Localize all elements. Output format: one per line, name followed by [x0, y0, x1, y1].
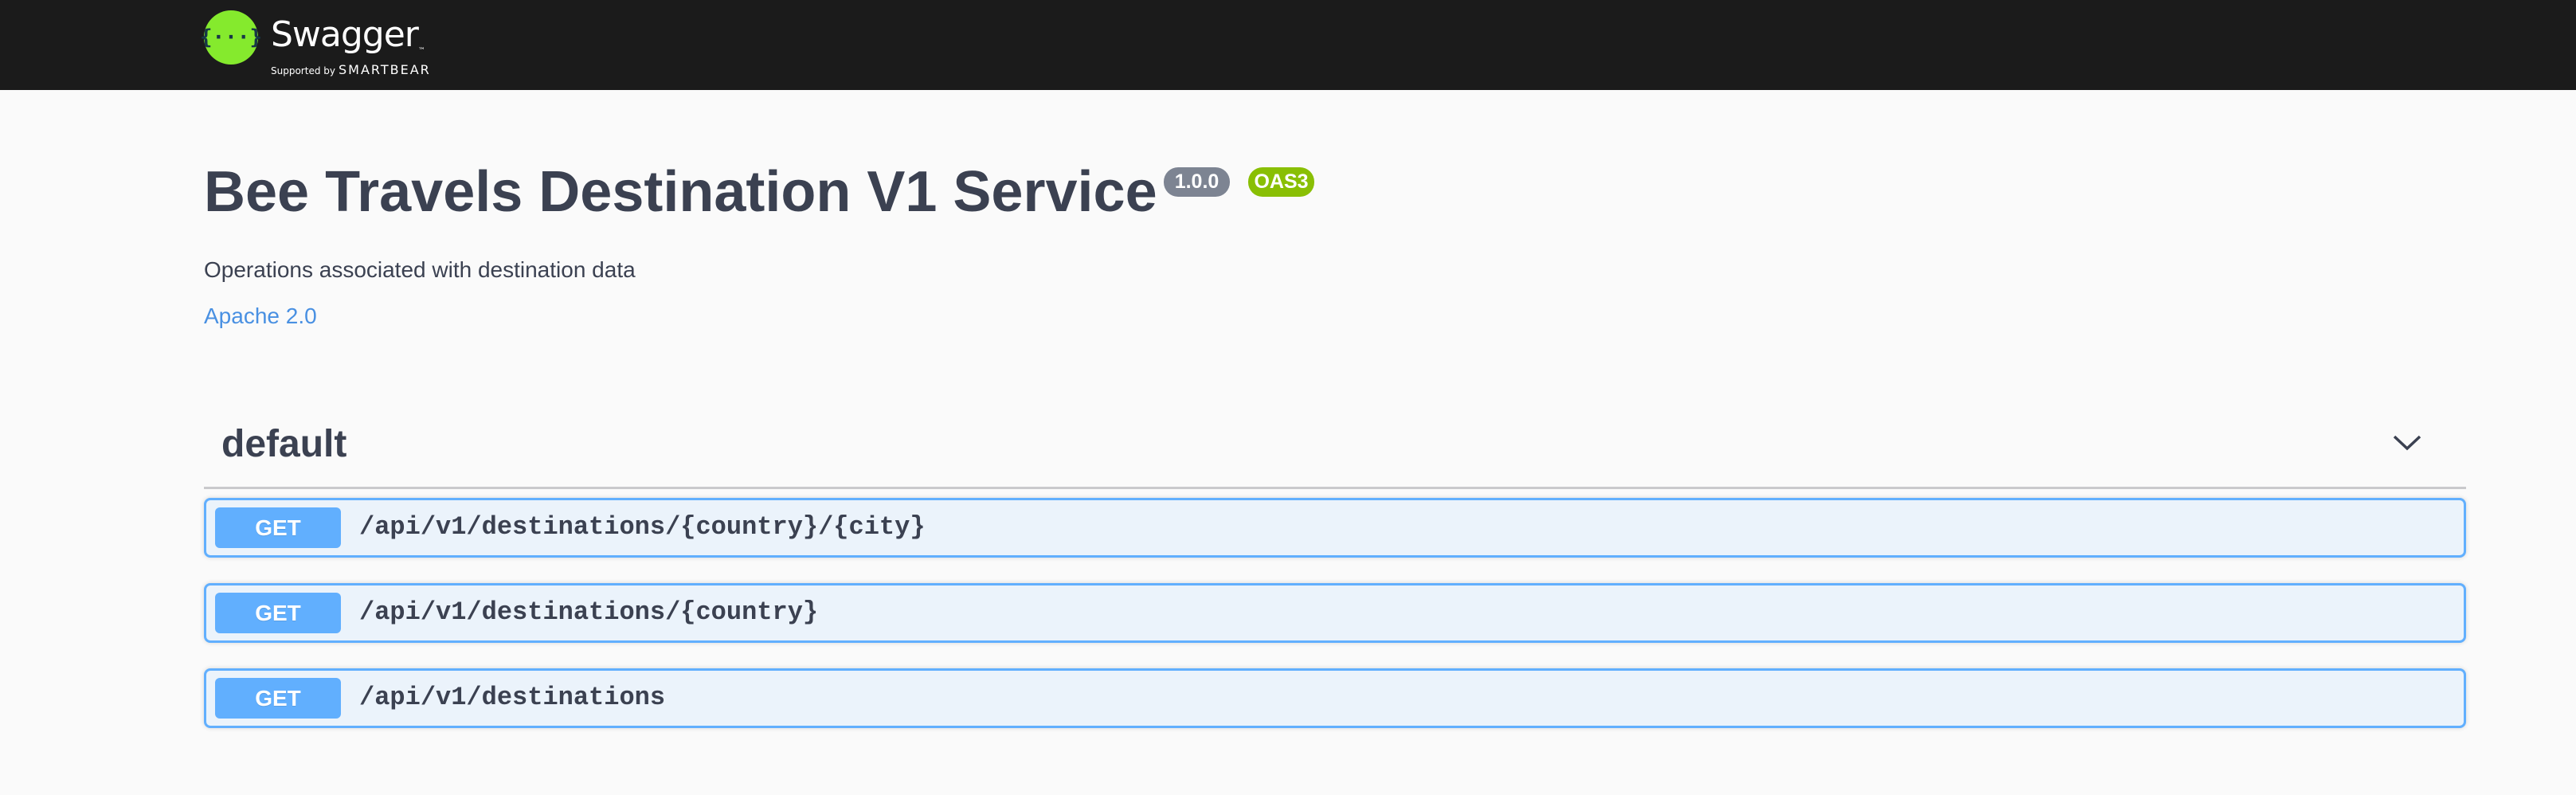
method-badge: GET	[215, 593, 341, 633]
trademark: ™	[417, 47, 425, 55]
operation-path: /api/v1/destinations	[359, 683, 666, 712]
page-title: Bee Travels Destination V1 Service	[204, 160, 1157, 224]
operation-path: /api/v1/destinations/{country}/{city}	[359, 512, 926, 542]
tag-heading-default[interactable]: default	[221, 422, 346, 466]
api-description: Operations associated with destination d…	[204, 257, 636, 282]
topbar: {···} Swagger™ Supported by SMARTBEAR	[0, 0, 2576, 90]
chevron-down-icon[interactable]	[2391, 430, 2423, 454]
company-name: SMARTBEAR	[338, 62, 431, 77]
supported-by: Supported by SMARTBEAR	[271, 62, 431, 77]
tag-divider	[204, 487, 2466, 489]
brand-text: Swagger	[271, 14, 419, 55]
swagger-logo-icon[interactable]: {···}	[200, 10, 262, 65]
supported-by-text: Supported by	[271, 65, 335, 76]
version-badge: 1.0.0	[1164, 167, 1230, 197]
method-badge: GET	[215, 507, 341, 548]
operation-path: /api/v1/destinations/{country}	[359, 597, 819, 627]
oas-badge: OAS3	[1248, 167, 1314, 197]
license-link[interactable]: Apache 2.0	[204, 304, 317, 329]
operation-row[interactable]: GET /api/v1/destinations/{country}/{city…	[204, 498, 2466, 558]
brand-name[interactable]: Swagger™	[271, 14, 425, 55]
method-badge: GET	[215, 678, 341, 719]
operation-row[interactable]: GET /api/v1/destinations/{country}	[204, 583, 2466, 643]
operation-row[interactable]: GET /api/v1/destinations	[204, 668, 2466, 728]
